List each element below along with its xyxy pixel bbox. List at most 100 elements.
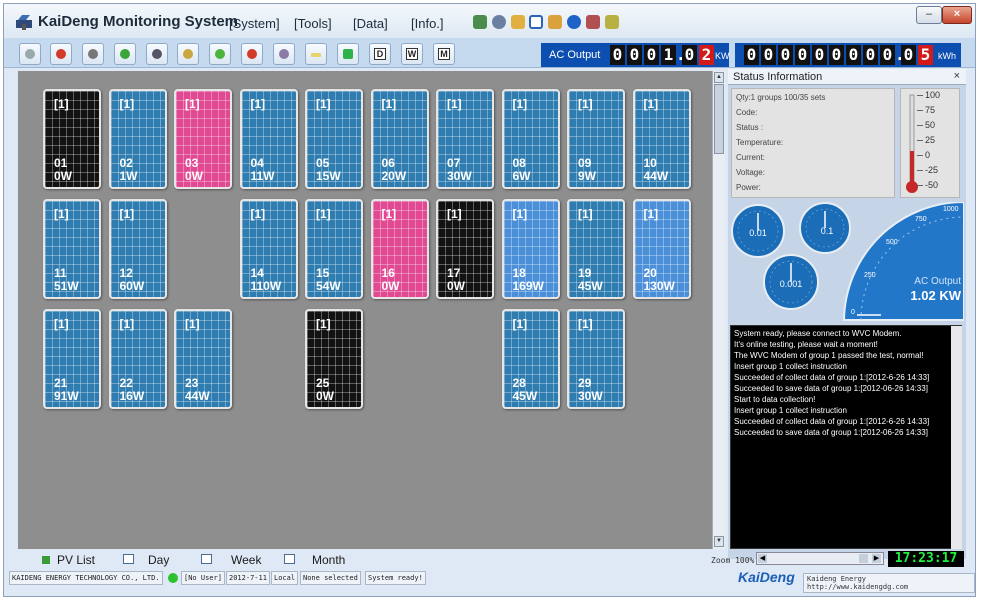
pv-panel-22[interactable]: [1] 22 16W bbox=[108, 309, 167, 409]
pv-panel-03[interactable]: [1] 03 0W bbox=[174, 89, 232, 189]
check-tool-button[interactable] bbox=[209, 43, 231, 65]
ruler-tool-button[interactable] bbox=[305, 43, 327, 65]
pv-panel-28[interactable]: [1] 28 45W bbox=[501, 309, 560, 409]
window-title: KaiDeng Monitoring System bbox=[38, 13, 239, 30]
zoom-right-icon[interactable]: ▶ bbox=[872, 554, 881, 563]
ac-scale-label: 750 bbox=[915, 216, 927, 223]
zoom-thumb[interactable] bbox=[859, 554, 868, 563]
wrench-tool-button[interactable] bbox=[177, 43, 199, 65]
panel-label: 25 0W bbox=[316, 377, 334, 403]
status-close-button[interactable]: × bbox=[954, 70, 960, 82]
thermo-tick bbox=[917, 185, 923, 186]
home-icon[interactable] bbox=[548, 15, 562, 29]
export-icon[interactable] bbox=[473, 15, 487, 29]
pv-panel-20[interactable]: [1] 20 130W bbox=[632, 199, 691, 299]
pv-panel-19[interactable]: [1] 19 45W bbox=[567, 199, 625, 299]
panel-label: 10 44W bbox=[644, 157, 669, 183]
window-icon[interactable] bbox=[529, 15, 543, 29]
hand-tool-button[interactable] bbox=[82, 43, 104, 65]
panel-id: 11 bbox=[54, 266, 67, 280]
pv-panel-11[interactable]: [1] 11 51W bbox=[43, 199, 101, 299]
panel-power: 0W bbox=[381, 279, 400, 293]
tab-pv-list[interactable]: PV List bbox=[28, 551, 108, 569]
week-report-button[interactable]: W bbox=[401, 43, 423, 65]
panel-group-tag: [1] bbox=[512, 317, 528, 331]
energy-digit: 0 bbox=[744, 45, 759, 65]
panel-power: 15W bbox=[316, 169, 341, 183]
users-icon[interactable] bbox=[511, 15, 525, 29]
energy-digit: 0 bbox=[795, 45, 810, 65]
globe-icon[interactable] bbox=[492, 15, 506, 29]
pv-panel-01[interactable]: [1] 01 0W bbox=[43, 89, 101, 189]
link-tool-button[interactable] bbox=[146, 43, 168, 65]
pv-panel-15[interactable]: [1] 15 54W bbox=[305, 199, 363, 299]
scroll-down-icon[interactable]: ▼ bbox=[714, 536, 724, 547]
panel-power: 0W bbox=[185, 169, 203, 183]
pv-panel-08[interactable]: [1] 08 6W bbox=[501, 89, 560, 189]
pv-panel-16[interactable]: [1] 16 0W bbox=[370, 199, 429, 299]
grid-tool-button[interactable] bbox=[337, 43, 359, 65]
user-status: [No User] bbox=[181, 571, 225, 585]
ac-digit: 0 bbox=[610, 45, 625, 65]
fire-tool-button[interactable] bbox=[50, 43, 72, 65]
ac-scale-label: 1000 bbox=[943, 206, 959, 213]
pv-panel-14[interactable]: [1] 14 110W bbox=[239, 199, 298, 299]
panel-label: 07 30W bbox=[447, 157, 472, 183]
pv-panel-05[interactable]: [1] 05 15W bbox=[305, 89, 363, 189]
panel-id: 23 bbox=[185, 376, 199, 390]
pv-panel-07[interactable]: [1] 07 30W bbox=[436, 89, 494, 189]
app-window: KaiDeng Monitoring System [System] [Tool… bbox=[3, 3, 976, 597]
panel-id: 25 bbox=[316, 376, 330, 390]
zoom-slider[interactable]: ◀ ▶ bbox=[756, 552, 884, 565]
menu-info[interactable]: [Info.] bbox=[411, 16, 444, 31]
status-info-box: Qty:1 groups 100/35 sets Code: Status : … bbox=[731, 88, 895, 198]
panel-group-tag: [1] bbox=[316, 317, 331, 331]
zoom-left-icon[interactable]: ◀ bbox=[758, 554, 767, 563]
pv-panel-18[interactable]: [1] 18 169W bbox=[501, 199, 560, 299]
online-status-icon bbox=[168, 573, 178, 583]
pv-panel-17[interactable]: [1] 17 0W bbox=[436, 199, 494, 299]
pv-panel-25[interactable]: [1] 25 0W bbox=[305, 309, 363, 409]
pv-area-scrollbar[interactable]: ▲ ▼ bbox=[712, 71, 725, 549]
pv-panel-06[interactable]: [1] 06 20W bbox=[370, 89, 429, 189]
info-icon[interactable] bbox=[567, 15, 581, 29]
pv-panel-04[interactable]: [1] 04 11W bbox=[239, 89, 298, 189]
pv-panel-23[interactable]: [1] 23 44W bbox=[174, 309, 232, 409]
panel-label: 09 9W bbox=[578, 157, 596, 183]
status-row: Code: bbox=[736, 108, 758, 117]
menu-system[interactable]: [System] bbox=[229, 16, 280, 31]
plug-icon bbox=[25, 49, 35, 59]
user-icon[interactable] bbox=[586, 15, 600, 29]
connect-tool-button[interactable] bbox=[19, 43, 41, 65]
pv-panel-12[interactable]: [1] 12 60W bbox=[108, 199, 167, 299]
small-gauge-3: 0.001 bbox=[763, 254, 819, 310]
tab-week[interactable]: Week bbox=[193, 551, 263, 569]
panel-label: 29 30W bbox=[578, 377, 603, 403]
tab-month[interactable]: Month bbox=[276, 551, 356, 569]
tab-day[interactable]: Day bbox=[118, 551, 178, 569]
stop-tool-button[interactable] bbox=[273, 43, 295, 65]
brand-url[interactable]: Kaideng Energy http://www.kaidengdg.com bbox=[803, 573, 975, 593]
scroll-up-icon[interactable]: ▲ bbox=[714, 72, 724, 83]
pv-panel-02[interactable]: [1] 02 1W bbox=[108, 89, 167, 189]
day-letter-icon: D bbox=[374, 48, 386, 60]
alarm-tool-button[interactable] bbox=[241, 43, 263, 65]
chart-icon[interactable] bbox=[605, 15, 619, 29]
menu-tools[interactable]: [Tools] bbox=[294, 16, 332, 31]
pv-panel-29[interactable]: [1] 29 30W bbox=[567, 309, 625, 409]
pv-panel-21[interactable]: [1] 21 91W bbox=[43, 309, 101, 409]
panel-group-tag: [1] bbox=[119, 97, 135, 111]
scroll-thumb[interactable] bbox=[714, 84, 724, 154]
menu-data[interactable]: [Data] bbox=[353, 16, 388, 31]
panel-label: 06 20W bbox=[382, 157, 407, 183]
refresh-tool-button[interactable] bbox=[114, 43, 136, 65]
panel-label: 01 0W bbox=[54, 157, 72, 183]
pv-panel-09[interactable]: [1] 09 9W bbox=[567, 89, 625, 189]
log-scrollbar[interactable] bbox=[951, 326, 962, 549]
panel-label: 14 110W bbox=[251, 267, 282, 293]
month-report-button[interactable]: M bbox=[433, 43, 455, 65]
day-report-button[interactable]: D bbox=[369, 43, 391, 65]
close-button[interactable]: × bbox=[942, 6, 972, 24]
minimize-button[interactable]: – bbox=[916, 6, 942, 24]
pv-panel-10[interactable]: [1] 10 44W bbox=[632, 89, 691, 189]
